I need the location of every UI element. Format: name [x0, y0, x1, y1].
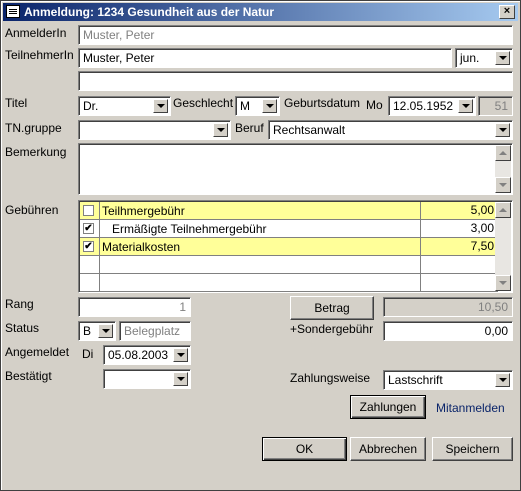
fee-checkbox[interactable]: ✔	[83, 223, 94, 234]
table-row[interactable]: ✔ Materialkosten 7,50	[80, 238, 498, 256]
wochentag-label: Mo	[366, 98, 383, 112]
chevron-down-icon[interactable]	[173, 348, 188, 362]
table-row[interactable]: Teilhmergebühr 5,00	[80, 202, 498, 220]
cancel-button[interactable]: Abbrechen	[350, 437, 426, 461]
save-button[interactable]: Speichern	[432, 437, 513, 461]
bemerkung-scrollbar[interactable]	[495, 145, 511, 193]
form-icon	[6, 5, 20, 18]
fee-label: Materialkosten	[102, 240, 181, 254]
fee-checkbox-cell	[80, 256, 100, 273]
bestaetigt-field[interactable]	[103, 369, 191, 389]
bestaetigt-label: Bestätigt	[5, 369, 52, 383]
sondergebuehr-label: +Sondergebühr	[290, 322, 374, 336]
suffix-select[interactable]: jun.	[455, 48, 513, 68]
status-text-field: Belegplatz	[119, 321, 191, 341]
fee-checkbox[interactable]	[83, 205, 94, 216]
chevron-down-icon[interactable]	[495, 373, 510, 387]
teilnehmer-field[interactable]: Muster, Peter	[78, 48, 452, 68]
table-row[interactable]	[80, 274, 498, 292]
fee-value-empty	[420, 256, 498, 273]
chevron-down-icon[interactable]	[458, 99, 473, 113]
table-row[interactable]	[80, 256, 498, 274]
chevron-down-icon[interactable]	[495, 123, 510, 137]
zahlungen-button[interactable]: Zahlungen	[350, 395, 426, 419]
status-value: B	[83, 324, 92, 338]
title-bar[interactable]: Anmeldung: 1234 Gesundheit aus der Natur…	[3, 3, 518, 21]
angemeldet-tag-label: Di	[82, 347, 94, 361]
chevron-down-icon[interactable]	[153, 99, 168, 113]
fee-checkbox-cell: ✔	[80, 220, 100, 237]
fees-table: Teilhmergebühr 5,00 ✔ Ermäßigte Teilnehm…	[78, 200, 513, 293]
titel-select[interactable]: Dr.	[78, 96, 171, 116]
rang-field[interactable]: 1	[78, 297, 191, 317]
fee-label: Ermäßigte Teilnehmergebühr	[112, 222, 267, 236]
betrag-button-label: Betrag	[314, 301, 350, 315]
cancel-button-label: Abbrechen	[358, 442, 418, 456]
gebuehren-label: Gebühren	[5, 203, 59, 217]
fee-checkbox[interactable]: ✔	[83, 241, 94, 252]
teilnehmer-zusatz-field[interactable]	[78, 71, 513, 91]
chevron-down-icon[interactable]	[98, 324, 113, 338]
fee-label: Teilhmergebühr	[102, 204, 185, 218]
angemeldet-value: 05.08.2003	[108, 348, 169, 362]
geschlecht-select[interactable]: M	[235, 96, 280, 116]
titel-label: Titel	[5, 96, 28, 110]
beruf-value: Rechtsanwalt	[273, 123, 346, 137]
chevron-down-icon[interactable]	[173, 372, 188, 386]
anmelder-field[interactable]: Muster, Peter	[78, 25, 513, 45]
status-select[interactable]: B	[78, 321, 116, 341]
zahlungen-button-label: Zahlungen	[359, 400, 417, 414]
bemerkung-textarea[interactable]	[78, 143, 513, 195]
fee-value-empty	[420, 274, 498, 291]
fee-value: 3,00	[420, 220, 498, 237]
beruf-label: Beruf	[235, 121, 264, 135]
fee-value: 7,50	[420, 238, 498, 255]
chevron-down-icon[interactable]	[213, 123, 228, 137]
scroll-up-icon[interactable]	[495, 202, 511, 218]
geschlecht-value: M	[240, 99, 250, 113]
angemeldet-label: Angemeldet	[5, 345, 70, 359]
fee-checkbox-cell	[80, 274, 100, 291]
ok-button-label: OK	[295, 442, 314, 456]
suffix-value: jun.	[460, 51, 480, 65]
anmelder-label: AnmelderIn	[5, 26, 67, 40]
fee-checkbox-cell	[80, 202, 100, 219]
fees-scrollbar[interactable]	[495, 202, 511, 291]
mitanmelden-link[interactable]: Mitanmelden	[436, 401, 505, 415]
window-title: Anmeldung: 1234 Gesundheit aus der Natur	[24, 5, 275, 19]
beruf-select[interactable]: Rechtsanwalt	[268, 120, 513, 140]
rang-label: Rang	[5, 297, 34, 311]
table-row[interactable]: ✔ Ermäßigte Teilnehmergebühr 3,00	[80, 220, 498, 238]
betrag-button[interactable]: Betrag	[290, 296, 374, 320]
betrag-field: 10,50	[383, 297, 513, 317]
zahlungsweise-value: Lastschrift	[388, 373, 443, 387]
save-button-label: Speichern	[445, 442, 500, 456]
status-label: Status	[5, 321, 40, 335]
titel-value: Dr.	[83, 99, 99, 113]
ok-button[interactable]: OK	[262, 437, 347, 461]
tngruppe-label: TN.gruppe	[5, 121, 62, 135]
scroll-down-icon[interactable]	[495, 177, 511, 193]
geburtsdatum-label: Geburtsdatum	[284, 96, 361, 110]
close-button[interactable]: ×	[499, 5, 515, 19]
alter-field: 51	[478, 96, 513, 116]
fee-value: 5,00	[420, 202, 498, 219]
zahlungsweise-label: Zahlungsweise	[290, 371, 371, 385]
scroll-down-icon[interactable]	[495, 275, 511, 291]
geschlecht-label: Geschlecht	[173, 96, 234, 110]
bemerkung-label: Bemerkung	[5, 145, 67, 159]
scroll-up-icon[interactable]	[495, 145, 511, 161]
geburtsdatum-value: 12.05.1952	[393, 99, 454, 113]
angemeldet-field[interactable]: 05.08.2003	[103, 345, 191, 365]
chevron-down-icon[interactable]	[262, 99, 277, 113]
geburtsdatum-field[interactable]: 12.05.1952	[388, 96, 476, 116]
fee-checkbox-cell: ✔	[80, 238, 100, 255]
teilnehmer-label: TeilnehmerIn	[5, 48, 74, 62]
chevron-down-icon[interactable]	[495, 51, 510, 65]
zahlungsweise-select[interactable]: Lastschrift	[383, 370, 513, 390]
tngruppe-select[interactable]	[78, 120, 231, 140]
sondergebuehr-field[interactable]: 0,00	[383, 321, 513, 341]
